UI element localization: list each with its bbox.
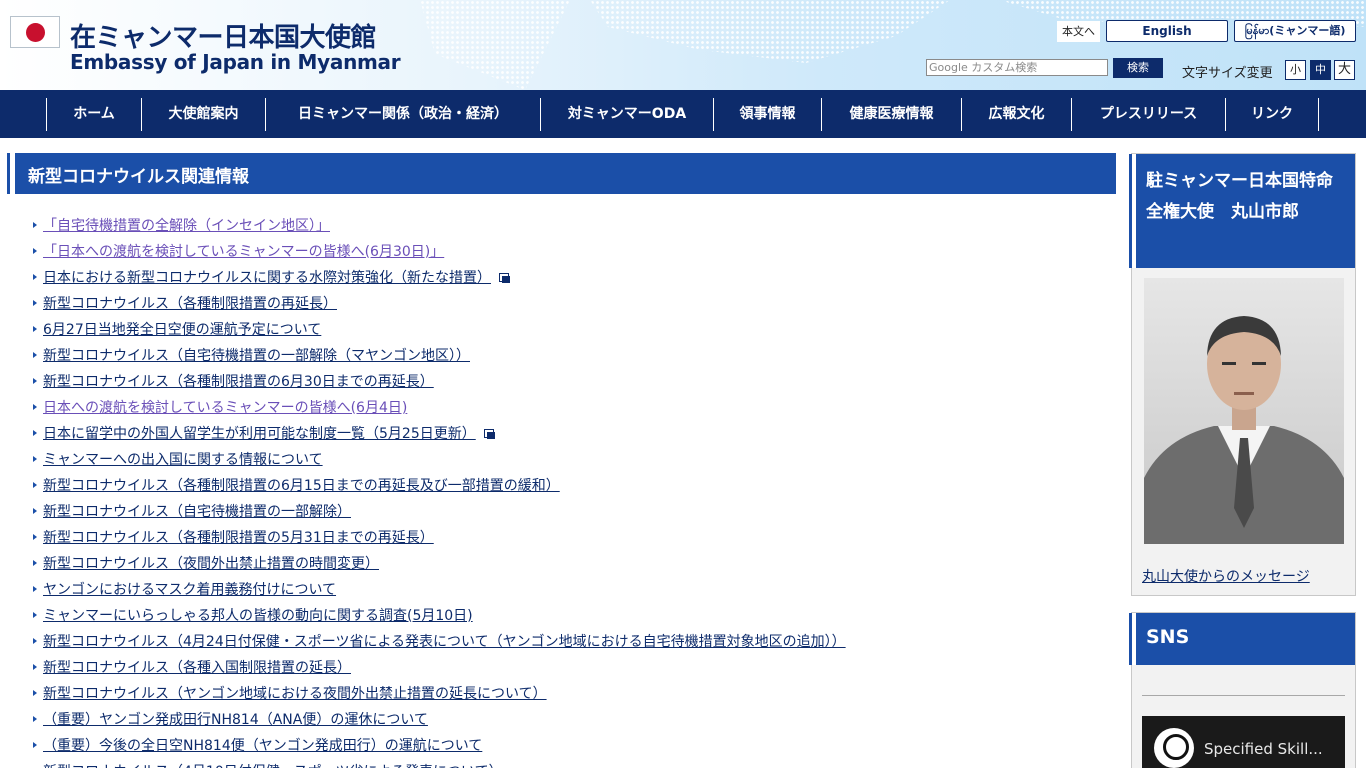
font-size-small-button[interactable]: 小 [1285, 60, 1306, 80]
news-item: 新型コロナウイルス（各種入国制限措置の延長） [33, 656, 1113, 682]
news-link[interactable]: 新型コロナウイルス（各種入国制限措置の延長） [43, 660, 351, 676]
skip-to-content-link[interactable]: 本文へ [1057, 21, 1100, 42]
page: 在ミャンマー日本国大使館 Embassy of Japan in Myanmar… [0, 0, 1366, 768]
nav-links[interactable]: リンク [1225, 98, 1319, 131]
news-item: 新型コロナウイルス（4月10日付保健・スポーツ省による発表について） [33, 760, 1113, 768]
ambassador-message-link[interactable]: 丸山大使からのメッセージ [1142, 566, 1310, 586]
news-item: 日本における新型コロナウイルスに関する水際対策強化（新たな措置） [33, 266, 1113, 292]
news-item: 新型コロナウイルス（自宅待機措置の一部解除（マヤンゴン地区）） [33, 344, 1113, 370]
news-link[interactable]: 新型コロナウイルス（各種制限措置の再延長） [43, 296, 337, 312]
mofa-logo-icon [1154, 728, 1194, 768]
search-input[interactable] [926, 59, 1108, 76]
sns-title: SNS [1146, 626, 1190, 648]
news-link[interactable]: ヤンゴンにおけるマスク着用義務付けについて [43, 582, 336, 598]
news-item: （重要）今後の全日空NH814便（ヤンゴン発成田行）の運航について [33, 734, 1113, 760]
nav-health[interactable]: 健康医療情報 [821, 98, 961, 131]
news-link[interactable]: 「日本への渡航を検討しているミャンマーの皆様へ(6月30日)」 [43, 244, 444, 260]
news-item: 新型コロナウイルス（各種制限措置の6月15日までの再延長及び一部措置の緩和） [33, 474, 1113, 500]
news-link[interactable]: 「自宅待機措置の全解除（インセイン地区）」 [43, 218, 330, 234]
news-item: （重要）ヤンゴン発成田行NH814（ANA便）の運休について [33, 708, 1113, 734]
ambassador-header: 駐ミャンマー日本国特命全権大使 丸山市郎 [1132, 154, 1355, 268]
news-item: ヤンゴンにおけるマスク着用義務付けについて [33, 578, 1113, 604]
nav-home[interactable]: ホーム [46, 98, 141, 131]
news-item: 新型コロナウイルス（自宅待機措置の一部解除） [33, 500, 1113, 526]
news-item: ミャンマーへの出入国に関する情報について [33, 448, 1113, 474]
ambassador-title: 駐ミャンマー日本国特命全権大使 丸山市郎 [1146, 171, 1333, 222]
site-title-english[interactable]: Embassy of Japan in Myanmar [70, 50, 401, 74]
news-link[interactable]: 新型コロナウイルス（4月10日付保健・スポーツ省による発表について） [43, 764, 503, 768]
font-size-large-button[interactable]: 大 [1334, 60, 1355, 80]
news-item: 6月27日当地発全日空便の運航予定について [33, 318, 1113, 344]
news-link[interactable]: 新型コロナウイルス（4月24日付保健・スポーツ省による発表について（ヤンゴン地域… [43, 634, 846, 650]
news-item: 「自宅待機措置の全解除（インセイン地区）」 [33, 214, 1113, 240]
news-item: 日本に留学中の外国人留学生が利用可能な制度一覧（5月25日更新） [33, 422, 1113, 448]
section-title: 新型コロナウイルス関連情報 [28, 167, 249, 187]
news-item: 新型コロナウイルス（ヤンゴン地域における夜間外出禁止措置の延長について） [33, 682, 1113, 708]
sns-header: SNS [1132, 613, 1355, 665]
video-title: Specified Skill... [1204, 740, 1323, 758]
news-link[interactable]: （重要）今後の全日空NH814便（ヤンゴン発成田行）の運航について [43, 738, 482, 754]
news-link[interactable]: 日本に留学中の外国人留学生が利用可能な制度一覧（5月25日更新） [43, 426, 476, 442]
site-header: 在ミャンマー日本国大使館 Embassy of Japan in Myanmar… [0, 0, 1366, 90]
news-link[interactable]: 6月27日当地発全日空便の運航予定について [43, 322, 321, 338]
news-item: 新型コロナウイルス（各種制限措置の5月31日までの再延長） [33, 526, 1113, 552]
news-link[interactable]: 新型コロナウイルス（各種制限措置の5月31日までの再延長） [43, 530, 434, 546]
nav-press-release[interactable]: プレスリリース [1071, 98, 1225, 131]
news-link[interactable]: （重要）ヤンゴン発成田行NH814（ANA便）の運休について [43, 712, 428, 728]
font-size-label: 文字サイズ変更 [1182, 66, 1273, 81]
news-item: 日本への渡航を検討しているミャンマーの皆様へ(6月4日) [33, 396, 1113, 422]
world-map-decoration [590, 0, 950, 63]
news-list: 「自宅待機措置の全解除（インセイン地区）」「日本への渡航を検討しているミャンマー… [33, 214, 1113, 768]
news-link[interactable]: ミャンマーへの出入国に関する情報について [43, 452, 323, 468]
news-link[interactable]: ミャンマーにいらっしゃる邦人の皆様の動向に関する調査(5月10日) [43, 608, 473, 624]
nav-culture[interactable]: 広報文化 [961, 98, 1071, 131]
nav-embassy-guide[interactable]: 大使館案内 [141, 98, 265, 131]
nav-japan-myanmar-relations[interactable]: 日ミャンマー関係（政治・経済） [265, 98, 540, 131]
news-link[interactable]: 新型コロナウイルス（各種制限措置の6月15日までの再延長及び一部措置の緩和） [43, 478, 560, 494]
news-item: 新型コロナウイルス（各種制限措置の再延長） [33, 292, 1113, 318]
nav-oda[interactable]: 対ミャンマーODA [540, 98, 713, 131]
section-header: 新型コロナウイルス関連情報 [10, 153, 1116, 194]
ambassador-photo[interactable] [1144, 278, 1344, 544]
news-item: 新型コロナウイルス（4月24日付保健・スポーツ省による発表について（ヤンゴン地域… [33, 630, 1113, 656]
news-item: 新型コロナウイルス（夜間外出禁止措置の時間変更） [33, 552, 1113, 578]
world-map-decoration [420, 0, 570, 90]
video-thumbnail[interactable]: Specified Skill... [1142, 716, 1345, 768]
news-item: 「日本への渡航を検討しているミャンマーの皆様へ(6月30日)」 [33, 240, 1113, 266]
news-link[interactable]: 日本への渡航を検討しているミャンマーの皆様へ(6月4日) [43, 400, 407, 416]
external-window-icon [483, 428, 496, 439]
news-link[interactable]: 新型コロナウイルス（各種制限措置の6月30日までの再延長） [43, 374, 434, 390]
news-link[interactable]: 日本における新型コロナウイルスに関する水際対策強化（新たな措置） [43, 270, 491, 286]
divider [1142, 695, 1345, 696]
japan-flag-icon [10, 16, 60, 48]
main-navigation: ホーム 大使館案内 日ミャンマー関係（政治・経済） 対ミャンマーODA 領事情報… [0, 90, 1366, 138]
news-link[interactable]: 新型コロナウイルス（夜間外出禁止措置の時間変更） [43, 556, 379, 572]
sns-panel: SNS Specified Skill... [1131, 612, 1356, 768]
news-item: 新型コロナウイルス（各種制限措置の6月30日までの再延長） [33, 370, 1113, 396]
search-button[interactable]: 検索 [1113, 58, 1163, 78]
nav-consular[interactable]: 領事情報 [713, 98, 821, 131]
site-title-japanese[interactable]: 在ミャンマー日本国大使館 [70, 17, 377, 54]
font-size-medium-button[interactable]: 中 [1310, 60, 1331, 80]
ambassador-portrait-illustration [1144, 278, 1344, 544]
language-myanmar-button[interactable]: မြန်မာ(ミャンマー語) [1234, 20, 1356, 42]
language-english-button[interactable]: English [1106, 20, 1228, 42]
news-link[interactable]: 新型コロナウイルス（自宅待機措置の一部解除） [43, 504, 351, 520]
ambassador-panel: 駐ミャンマー日本国特命全権大使 丸山市郎 丸山大使からのメッセージ [1131, 153, 1356, 596]
news-item: ミャンマーにいらっしゃる邦人の皆様の動向に関する調査(5月10日) [33, 604, 1113, 630]
news-link[interactable]: 新型コロナウイルス（自宅待機措置の一部解除（マヤンゴン地区）） [43, 348, 470, 364]
external-window-icon [499, 272, 511, 283]
news-link[interactable]: 新型コロナウイルス（ヤンゴン地域における夜間外出禁止措置の延長について） [43, 686, 547, 702]
